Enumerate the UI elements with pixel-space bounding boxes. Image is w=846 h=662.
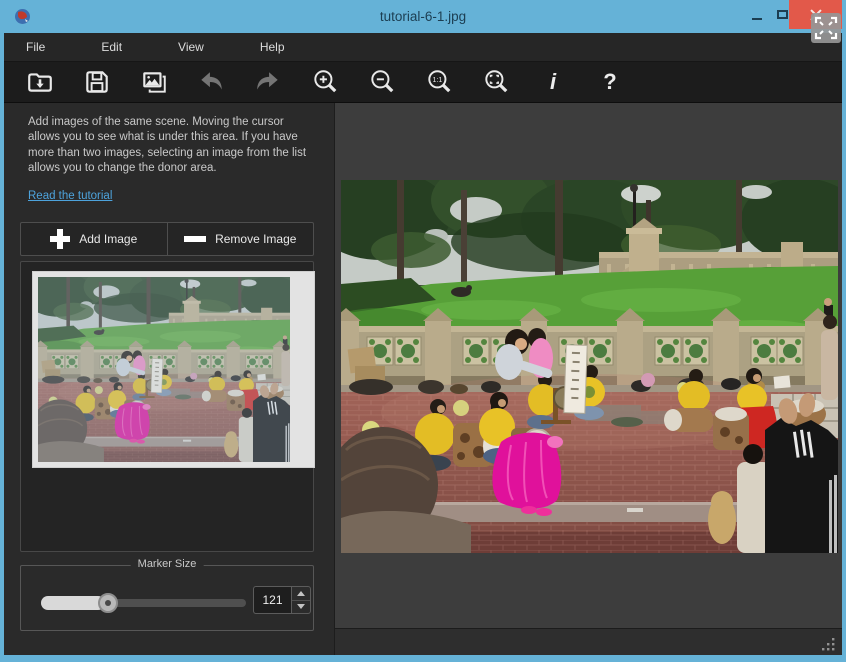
spin-up-icon xyxy=(297,591,305,596)
marker-size-input[interactable] xyxy=(253,586,291,614)
statusbar xyxy=(335,628,842,655)
read-tutorial-link[interactable]: Read the tutorial xyxy=(28,190,112,202)
marker-size-spinner xyxy=(253,586,311,614)
zoom-in-icon xyxy=(311,68,339,96)
image-icon xyxy=(140,68,168,96)
maximize-icon xyxy=(777,10,788,19)
marker-size-slider[interactable] xyxy=(41,592,246,614)
image-list[interactable] xyxy=(20,261,314,552)
image-list-item-selected[interactable] xyxy=(32,271,315,468)
menu-edit[interactable]: Edit xyxy=(101,40,122,54)
window-title: tutorial-6-1.jpg xyxy=(0,0,846,33)
info-button[interactable]: i xyxy=(533,64,573,100)
export-image-button[interactable] xyxy=(134,64,174,100)
menubar: File Edit View Help xyxy=(4,33,842,62)
minimize-icon xyxy=(752,18,762,20)
instructions-text: Add images of the same scene. Moving the… xyxy=(28,115,318,177)
spin-up-button[interactable] xyxy=(292,587,310,600)
save-button[interactable] xyxy=(77,64,117,100)
svg-text:1:1: 1:1 xyxy=(433,77,443,84)
main-photo[interactable] xyxy=(341,180,838,553)
screen-capture-overlay-icon xyxy=(811,13,841,43)
menu-file[interactable]: File xyxy=(26,40,45,54)
thumbnail-wash-overlay xyxy=(38,277,290,462)
toolbar: 1:1 i ? xyxy=(4,62,842,103)
remove-image-label: Remove Image xyxy=(215,232,296,246)
menu-help[interactable]: Help xyxy=(260,40,285,54)
undo-button[interactable] xyxy=(191,64,231,100)
help-icon: ? xyxy=(603,69,616,95)
marker-size-group: Marker Size xyxy=(20,565,314,631)
remove-image-button[interactable]: Remove Image xyxy=(167,223,314,255)
sidebar: Add images of the same scene. Moving the… xyxy=(4,103,335,655)
info-icon: i xyxy=(550,69,556,95)
titlebar[interactable]: tutorial-6-1.jpg xyxy=(0,0,846,33)
minimize-button[interactable] xyxy=(745,0,769,29)
open-folder-icon xyxy=(26,68,54,96)
zoom-out-button[interactable] xyxy=(362,64,402,100)
resize-grip[interactable] xyxy=(822,638,835,651)
canvas-area xyxy=(335,103,842,655)
plus-icon xyxy=(50,229,70,249)
add-image-button[interactable]: Add Image xyxy=(21,223,167,255)
marker-size-label: Marker Size xyxy=(131,558,204,570)
minus-icon xyxy=(184,236,206,242)
slider-handle[interactable] xyxy=(98,593,118,613)
image-buttons-row: Add Image Remove Image xyxy=(20,222,314,256)
redo-button[interactable] xyxy=(248,64,288,100)
thumbnail-photo xyxy=(38,277,290,462)
open-button[interactable] xyxy=(20,64,60,100)
save-floppy-icon xyxy=(83,68,111,96)
spin-buttons xyxy=(291,586,311,614)
redo-arrow-icon xyxy=(254,68,282,96)
content-area: Add images of the same scene. Moving the… xyxy=(4,103,842,655)
spin-down-icon xyxy=(297,604,305,609)
help-button[interactable]: ? xyxy=(590,64,630,100)
zoom-fit-button[interactable] xyxy=(476,64,516,100)
undo-arrow-icon xyxy=(197,68,225,96)
app-window: tutorial-6-1.jpg File Edit View Help xyxy=(0,0,846,662)
zoom-actual-size-icon: 1:1 xyxy=(425,68,453,96)
zoom-actual-size-button[interactable]: 1:1 xyxy=(419,64,459,100)
menu-view[interactable]: View xyxy=(178,40,204,54)
zoom-fit-icon xyxy=(482,68,510,96)
slider-fill xyxy=(41,596,105,610)
zoom-in-button[interactable] xyxy=(305,64,345,100)
add-image-label: Add Image xyxy=(79,232,137,246)
spin-down-button[interactable] xyxy=(292,600,310,614)
zoom-out-icon xyxy=(368,68,396,96)
